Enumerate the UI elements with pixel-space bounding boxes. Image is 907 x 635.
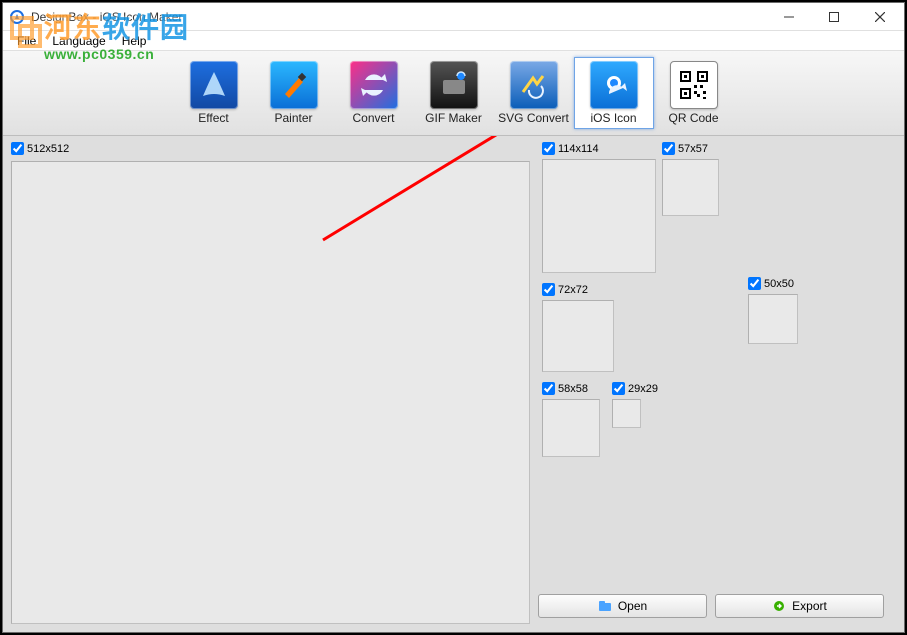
convert-icon [350,61,398,109]
minimize-button[interactable] [766,3,811,30]
title-bar: DesignBox - iOS Icon Maker [3,3,904,31]
preview-58[interactable] [542,399,600,457]
menu-file[interactable]: File [9,32,44,50]
tool-label: QR Code [654,111,734,125]
tool-effect[interactable]: Effect [174,57,254,129]
preview-29[interactable] [612,399,641,428]
panel-middle: 114x114 72x72 58x58 [538,136,658,632]
size-label: 29x29 [628,383,658,395]
preview-512[interactable] [11,161,530,624]
tool-label: Painter [254,111,334,125]
panel-right: 57x57 50x50 Open [658,136,904,632]
block-114: 114x114 [542,142,654,273]
check-58[interactable] [542,382,555,395]
block-50: 50x50 [748,277,798,344]
size-label: 57x57 [678,143,708,155]
block-29: 29x29 [612,382,658,457]
close-button[interactable] [856,3,904,30]
gif-maker-icon [430,61,478,109]
block-57: 57x57 [662,142,900,216]
svg-convert-icon [510,61,558,109]
tool-label: iOS Icon [575,111,653,125]
toolbar: Effect Painter Convert GIF Maker SVG Con… [3,51,904,136]
app-window: DesignBox - iOS Icon Maker File Language… [2,2,905,633]
tool-painter[interactable]: Painter [254,57,334,129]
tool-label: SVG Convert [494,111,574,125]
app-icon [9,9,25,25]
menu-bar: File Language Help [3,31,904,51]
check-512-row: 512x512 [11,142,530,155]
check-114[interactable] [542,142,555,155]
check-72[interactable] [542,283,555,296]
open-button[interactable]: Open [538,594,707,618]
block-72: 72x72 [542,283,614,372]
block-58: 58x58 [542,382,600,457]
menu-help[interactable]: Help [114,32,155,50]
panel-512: 512x512 [3,136,538,632]
check-512[interactable] [11,142,24,155]
action-bar: Open Export [538,584,904,632]
tool-qr-code[interactable]: QR Code [654,57,734,129]
preview-50[interactable] [748,294,798,344]
size-label: 58x58 [558,383,588,395]
size-label: 114x114 [558,143,599,155]
tool-label: Effect [174,111,254,125]
export-button[interactable]: Export [715,594,884,618]
export-icon [772,599,786,613]
preview-72[interactable] [542,300,614,372]
tool-gif-maker[interactable]: GIF Maker [414,57,494,129]
check-29[interactable] [612,382,625,395]
tool-label: Convert [334,111,414,125]
button-label: Open [618,599,647,613]
button-label: Export [792,599,827,613]
size-label: 72x72 [558,284,588,296]
preview-57[interactable] [662,159,719,216]
preview-114[interactable] [542,159,656,273]
row-58-29: 58x58 29x29 [542,382,654,457]
menu-language[interactable]: Language [44,32,113,50]
open-icon [598,599,612,613]
tool-convert[interactable]: Convert [334,57,414,129]
window-title: DesignBox - iOS Icon Maker [31,10,766,24]
window-controls [766,3,904,30]
effect-icon [190,61,238,109]
size-label: 50x50 [764,278,794,290]
check-57[interactable] [662,142,675,155]
row-72-50: 72x72 [542,283,654,372]
size-label: 512x512 [27,143,69,155]
tool-svg-convert[interactable]: SVG Convert [494,57,574,129]
qr-code-icon [670,61,718,109]
maximize-button[interactable] [811,3,856,30]
content-area: 512x512 114x114 72x72 [3,136,904,632]
tool-label: GIF Maker [414,111,494,125]
painter-icon [270,61,318,109]
check-50[interactable] [748,277,761,290]
ios-icon-icon [590,61,638,109]
tool-ios-icon[interactable]: iOS Icon [574,57,654,129]
